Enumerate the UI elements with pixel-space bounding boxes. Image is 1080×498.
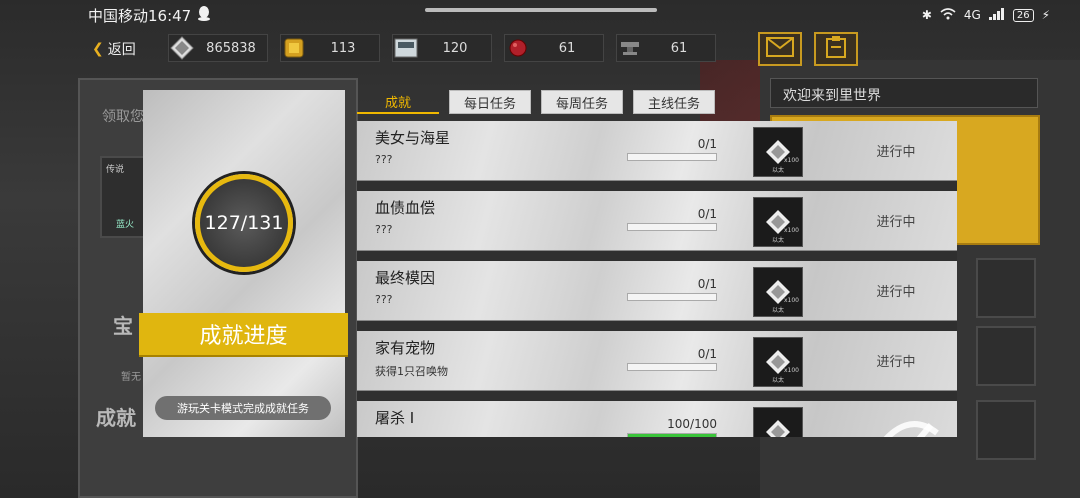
background-bag-slot[interactable]	[976, 400, 1036, 460]
achievement-name: 屠杀 I	[375, 409, 415, 427]
tab-bar: 成就 每日任务 每周任务 主线任务	[357, 90, 957, 116]
bluetooth-icon: ✱	[921, 8, 932, 22]
hint-pill: 游玩关卡模式完成成就任务	[155, 396, 331, 420]
progress-bar	[627, 153, 717, 161]
achievement-name: 最终模因	[375, 269, 436, 287]
reward-slot[interactable]: x100 以太	[753, 337, 803, 387]
progress-bar	[627, 433, 717, 437]
achievement-count: 0/1	[697, 207, 717, 221]
reward-name: 以太	[771, 377, 784, 384]
achievement-desc: ???	[375, 153, 393, 166]
reward-name: 以太	[771, 307, 784, 314]
achievement-count: 0/1	[697, 137, 717, 151]
crystal-icon	[169, 35, 195, 61]
wifi-icon	[940, 7, 956, 23]
resource-card[interactable]: 120	[392, 34, 492, 62]
achievement-name: 血债血偿	[375, 199, 436, 217]
carrier-time: 中国移动16:47	[88, 6, 192, 25]
reward-qty: x100	[783, 367, 799, 374]
resource-value: 120	[442, 40, 468, 56]
resource-value: 61	[558, 40, 576, 56]
reward-slot[interactable]: x100 以太	[753, 407, 803, 437]
background-treasure-text: 宝	[113, 314, 133, 338]
charging-icon: ⚡	[1041, 8, 1050, 22]
progress-value: 127/131	[204, 212, 284, 234]
reward-qty: x100	[783, 157, 799, 164]
resource-value: 865838	[206, 40, 256, 56]
reward-name: 以太	[771, 237, 784, 244]
reward-qty: x100	[783, 227, 799, 234]
achievement-count: 0/1	[697, 347, 717, 361]
reward-qty: x100	[783, 297, 799, 304]
reward-slot[interactable]: x100 以太	[753, 197, 803, 247]
list-item[interactable]: 美女与海星 ??? 0/1 x100 以太 进行中	[357, 121, 957, 181]
achievement-status: 进行中	[876, 215, 916, 230]
resource-value: 61	[670, 40, 688, 56]
achievement-progress-panel: 127/131 游玩关卡模式完成成就任务	[143, 90, 345, 437]
achievement-desc: ???	[375, 223, 393, 236]
battery-indicator: 26	[1012, 8, 1034, 22]
mail-button[interactable]	[758, 32, 802, 66]
tab-achievements[interactable]: 成就	[357, 90, 439, 114]
status-bar: 中国移动16:47 ✱ 4G 26 ⚡	[0, 0, 1080, 30]
qq-icon	[197, 5, 211, 25]
resource-bar: ❮ 返回 865838 113 120 61 61	[0, 30, 1080, 66]
reward-slot[interactable]: x100 以太	[753, 127, 803, 177]
resource-value: 113	[330, 40, 356, 56]
background-pause-text: 暂无	[121, 372, 141, 383]
reward-name: 以太	[771, 167, 784, 174]
list-item[interactable]: 屠杀 I 100/100 x100 以太	[357, 401, 957, 437]
progress-bar	[627, 363, 717, 371]
progress-ring: 127/131	[195, 174, 293, 272]
top-handle	[425, 8, 657, 12]
background-achievement-text: 成就	[96, 406, 136, 430]
signal-icon	[988, 7, 1005, 23]
background-item-slot: 传说 蓝火	[100, 156, 146, 238]
achievement-name: 家有宠物	[375, 339, 436, 357]
mail-icon	[766, 37, 794, 61]
achievement-count: 100/100	[667, 417, 717, 431]
completed-check-icon	[883, 421, 939, 437]
ether-crystal-icon	[766, 420, 790, 437]
background-collect-text: 领取您	[102, 109, 144, 125]
reward-slot[interactable]: x100 以太	[753, 267, 803, 317]
achievement-name: 美女与海星	[375, 129, 451, 147]
achievement-status: 进行中	[876, 355, 916, 370]
background-legend-text: 传说	[106, 165, 125, 175]
achievement-status: 进行中	[876, 145, 916, 160]
tasks-button[interactable]	[814, 32, 858, 66]
resource-gold[interactable]: 113	[280, 34, 380, 62]
clipboard-icon	[824, 35, 848, 63]
achievement-list[interactable]: 美女与海星 ??? 0/1 x100 以太 进行中 血债血偿 ??? 0/1 x…	[357, 121, 957, 437]
gold-coin-icon	[281, 35, 307, 61]
tab-weekly[interactable]: 每周任务	[541, 90, 623, 114]
resource-anvil[interactable]: 61	[616, 34, 716, 62]
list-item[interactable]: 血债血偿 ??? 0/1 x100 以太 进行中	[357, 191, 957, 251]
list-item[interactable]: 最终模因 ??? 0/1 x100 以太 进行中	[357, 261, 957, 321]
tab-main-quest[interactable]: 主线任务	[633, 90, 715, 114]
achievement-desc: 获得1只召唤物	[375, 365, 448, 378]
back-button[interactable]: ❮ 返回	[92, 39, 136, 59]
list-item[interactable]: 家有宠物 获得1只召唤物 0/1 x100 以太 进行中	[357, 331, 957, 391]
chevron-left-icon: ❮	[92, 41, 104, 57]
progress-bar	[627, 293, 717, 301]
back-label: 返回	[107, 42, 136, 58]
background-book-slot[interactable]	[976, 326, 1036, 386]
achievement-count: 0/1	[697, 277, 717, 291]
progress-bar	[627, 223, 717, 231]
network-type: 4G	[963, 8, 981, 22]
resource-red-gem[interactable]: 61	[504, 34, 604, 62]
achievement-desc: ???	[375, 293, 393, 306]
progress-banner: 成就进度	[139, 313, 348, 355]
anvil-icon	[617, 35, 643, 61]
background-sword-slot[interactable]	[976, 258, 1036, 318]
progress-fill	[628, 434, 716, 437]
background-bluefire-text: 蓝火	[116, 220, 135, 230]
red-gem-icon	[505, 35, 531, 61]
tab-daily[interactable]: 每日任务	[449, 90, 531, 114]
resource-crystal[interactable]: 865838	[168, 34, 268, 62]
card-icon	[393, 35, 419, 61]
achievement-status: 进行中	[876, 285, 916, 300]
